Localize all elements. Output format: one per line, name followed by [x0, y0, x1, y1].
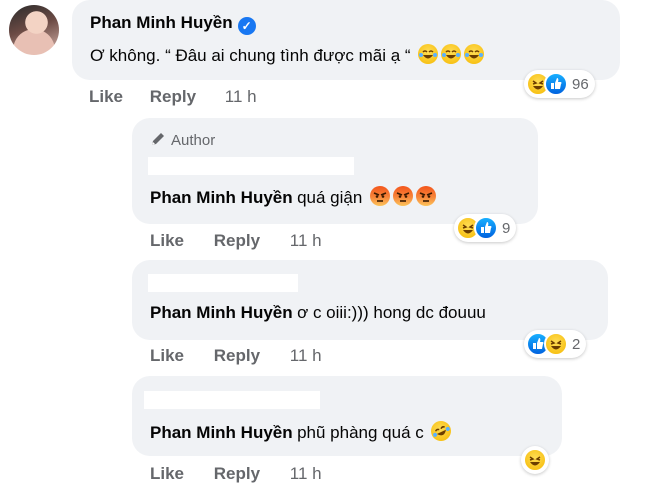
reaction-count: 2	[572, 335, 581, 353]
haha-reaction-icon	[523, 448, 547, 472]
reply-actions: Like Reply 11 h	[150, 346, 322, 366]
laughing-tears-icon	[441, 44, 462, 64]
reaction-count: 96	[572, 75, 589, 93]
reply-actions: Like Reply 11 h	[150, 464, 322, 484]
reaction-summary[interactable]: 96	[524, 70, 595, 98]
reply-text-row: Phan Minh Huyền ơ c oiii:))) hong dc đou…	[150, 303, 486, 323]
commenter-name[interactable]: Phan Minh Huyền	[90, 13, 233, 32]
reply-timestamp[interactable]: 11 h	[290, 231, 322, 251]
reaction-summary[interactable]: 2	[524, 330, 587, 358]
like-button[interactable]: Like	[150, 346, 184, 366]
author-badge-label: Author	[171, 132, 216, 149]
like-button[interactable]: Like	[89, 87, 123, 107]
like-reaction-icon	[544, 72, 568, 96]
laughing-tears-icon	[418, 44, 439, 64]
reply-author-name[interactable]: Phan Minh Huyền	[150, 423, 293, 442]
reaction-summary[interactable]	[521, 446, 549, 474]
pen-icon	[152, 133, 164, 145]
reply-button[interactable]: Reply	[214, 346, 260, 366]
reply-text: phũ phàng quá c	[297, 423, 424, 442]
comment-text-row: Ơ không. “ Đâu ai chung tình được mãi ạ …	[90, 44, 485, 66]
reply-timestamp[interactable]: 11 h	[290, 346, 322, 366]
rolling-laughing-icon	[427, 417, 455, 445]
comment-bubble: Phan Minh Huyền ✓ Ơ không. “ Đâu ai chung…	[72, 0, 620, 80]
comment-header: Phan Minh Huyền ✓	[90, 13, 256, 35]
like-reaction-icon	[474, 216, 498, 240]
verified-badge-icon: ✓	[237, 17, 256, 35]
angry-icon	[392, 186, 413, 206]
reply-text-row: Phan Minh Huyền phũ phàng quá c	[150, 417, 455, 445]
reply-button[interactable]: Reply	[150, 87, 196, 107]
angry-icon	[415, 186, 436, 206]
like-button[interactable]: Like	[150, 231, 184, 251]
reply-text: quá giận	[297, 188, 363, 207]
reply-author-name[interactable]: Phan Minh Huyền	[150, 188, 293, 207]
reaction-count: 9	[502, 219, 511, 237]
reply-button[interactable]: Reply	[214, 231, 260, 251]
reply-button[interactable]: Reply	[214, 464, 260, 484]
angry-icon	[369, 186, 390, 206]
like-button[interactable]: Like	[150, 464, 184, 484]
author-badge: Author	[150, 131, 215, 149]
reaction-summary[interactable]: 9	[454, 214, 517, 242]
reply-author-name[interactable]: Phan Minh Huyền	[150, 303, 293, 322]
comment-timestamp[interactable]: 11 h	[225, 87, 257, 107]
redacted-name-bar	[144, 391, 320, 409]
redacted-name-bar	[148, 274, 298, 292]
reply-actions: Like Reply 11 h	[150, 231, 322, 251]
reply-bubble	[132, 260, 608, 340]
comment-text: Ơ không. “ Đâu ai chung tình được mãi ạ …	[90, 46, 411, 65]
haha-reaction-icon	[544, 332, 568, 356]
redacted-name-bar	[148, 157, 354, 175]
reply-bubble	[132, 376, 562, 456]
reply-text-row: Phan Minh Huyền quá giận	[150, 186, 436, 208]
laughing-tears-icon	[464, 44, 485, 64]
reply-text: ơ c oiii:))) hong dc đouuu	[297, 303, 486, 322]
avatar[interactable]	[9, 5, 59, 55]
reply-timestamp[interactable]: 11 h	[290, 464, 322, 484]
comment-actions: Like Reply 11 h	[89, 87, 257, 107]
